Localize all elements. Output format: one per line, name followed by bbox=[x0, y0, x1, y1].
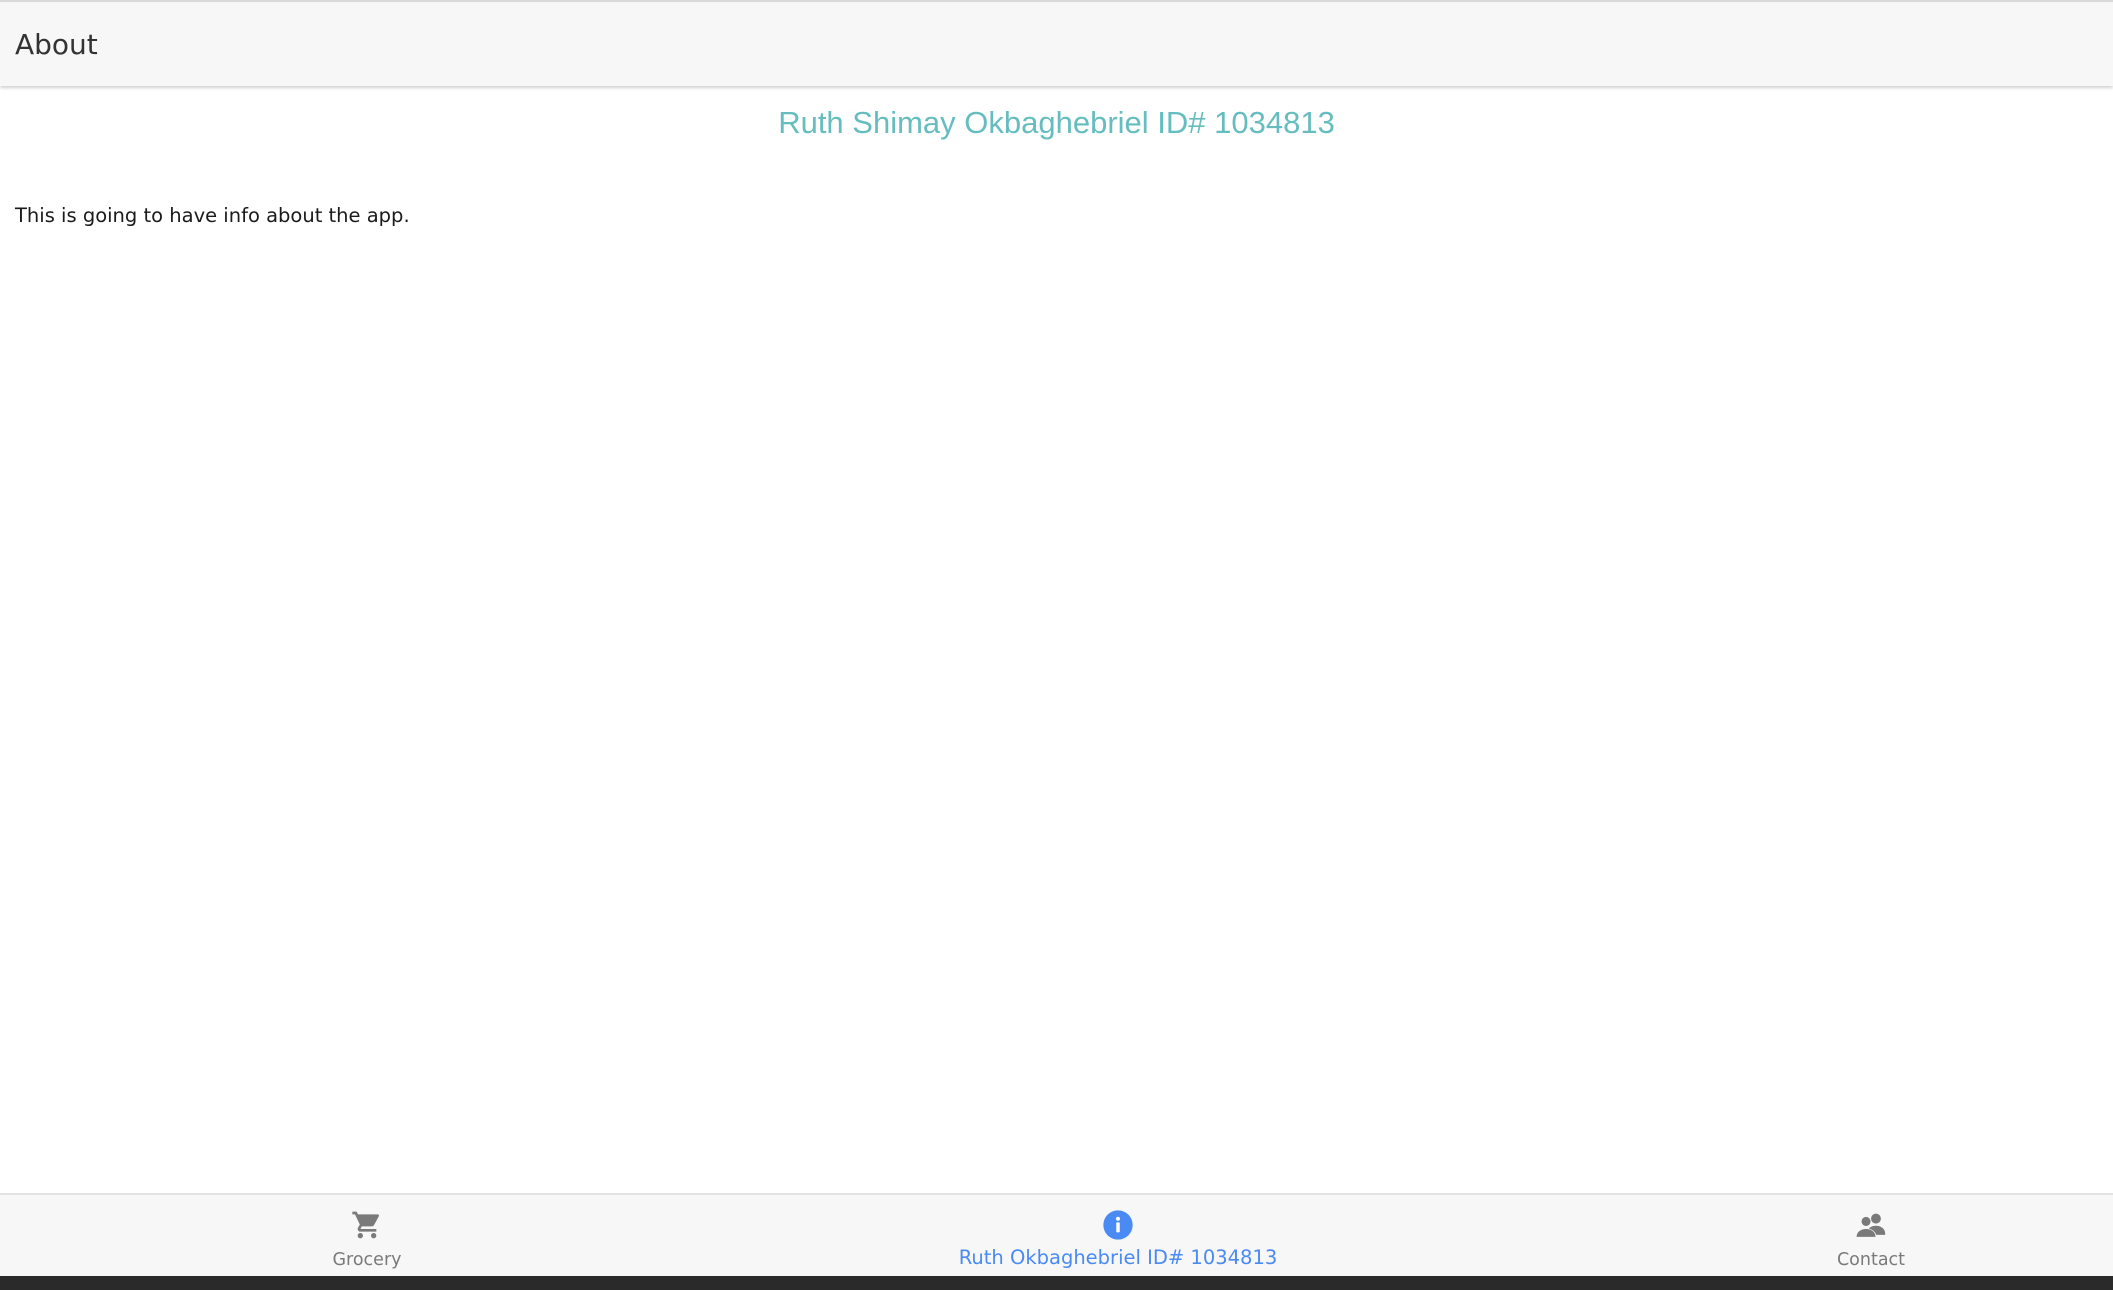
tab-grocery[interactable]: Grocery bbox=[267, 1195, 467, 1276]
cart-icon bbox=[349, 1207, 385, 1243]
page-title: About bbox=[15, 28, 98, 61]
bottom-tab-bar: Grocery Ruth Okbaghebriel ID# 1034813 Co… bbox=[0, 1193, 2113, 1276]
tab-contact[interactable]: Contact bbox=[1771, 1195, 1971, 1276]
content-body-text: This is going to have info about the app… bbox=[15, 204, 410, 227]
tab-about-label: Ruth Okbaghebriel ID# 1034813 bbox=[958, 1246, 1278, 1269]
content-heading: Ruth Shimay Okbaghebriel ID# 1034813 bbox=[778, 105, 1335, 140]
system-bottom-strip bbox=[0, 1276, 2113, 1290]
tab-contact-label: Contact bbox=[1836, 1250, 1906, 1270]
app-header: About bbox=[0, 0, 2113, 86]
info-icon bbox=[1100, 1207, 1136, 1243]
app-root: About Ruth Shimay Okbaghebriel ID# 10348… bbox=[0, 0, 2113, 1290]
tab-about[interactable]: Ruth Okbaghebriel ID# 1034813 bbox=[918, 1195, 1318, 1276]
people-icon bbox=[1853, 1207, 1889, 1243]
tab-grocery-label: Grocery bbox=[332, 1250, 402, 1270]
